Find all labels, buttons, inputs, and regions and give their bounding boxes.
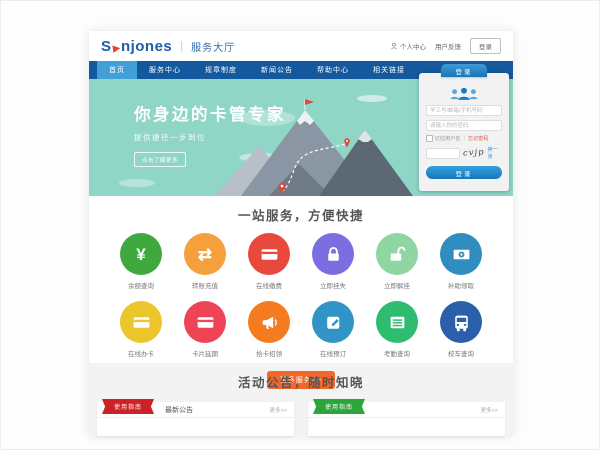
site-name: 服务大厅 bbox=[191, 39, 235, 54]
card-icon bbox=[184, 301, 226, 343]
forgot-password-link[interactable]: 忘记密码 bbox=[468, 135, 489, 142]
username-input[interactable] bbox=[426, 105, 502, 116]
service-transfer-recharge[interactable]: ⇄ 转账充值 bbox=[173, 233, 237, 290]
announcement-panels: 使用指南 最新公告 更多>> 使用指南 更多>> bbox=[89, 402, 513, 436]
captcha-input[interactable] bbox=[426, 148, 460, 159]
header-links: 个人中心 用户反馈 登录 bbox=[390, 38, 501, 54]
service-unlock[interactable]: 立即解挂 bbox=[365, 233, 429, 290]
remember-divider: | bbox=[463, 136, 464, 142]
yen-icon: ¥ bbox=[120, 233, 162, 275]
service-school-bus-inquiry[interactable]: 校车查询 bbox=[429, 301, 493, 358]
card-icon bbox=[248, 233, 290, 275]
latest-news-tab[interactable]: 最新公告 bbox=[165, 405, 193, 415]
logo-text-left: S bbox=[101, 38, 112, 55]
login-submit-button[interactable]: 登录 bbox=[426, 166, 502, 179]
remember-row: 记住用户名 | 忘记密码 bbox=[426, 135, 502, 142]
logo-arrow-icon: ▶ bbox=[112, 42, 121, 54]
cloud-shape bbox=[119, 179, 155, 187]
banknote-icon bbox=[440, 233, 482, 275]
guide-panel-right: 使用指南 更多>> bbox=[308, 402, 505, 436]
hero-banner: 你身边的卡管专家 提供捷径一步到位 点击了解更多 登录 记住用户名 | bbox=[89, 79, 513, 196]
edit-icon bbox=[312, 301, 354, 343]
service-card-extension[interactable]: 卡片延期 bbox=[173, 301, 237, 358]
right-ribbon-tab[interactable]: 使用指南 bbox=[313, 399, 365, 414]
service-report-loss[interactable]: 立即挂失 bbox=[301, 233, 365, 290]
captcha-row: cvjp 换一张 bbox=[426, 146, 502, 160]
site-header: S ▶ njones | 服务大厅 个人中心 用户反馈 登录 bbox=[89, 31, 513, 61]
logo-divider: | bbox=[180, 40, 183, 52]
unlock-icon bbox=[376, 233, 418, 275]
left-ribbon-tab[interactable]: 使用指南 bbox=[102, 399, 154, 414]
hero-subtitle: 提供捷径一步到位 bbox=[134, 132, 286, 143]
nav-item-service-center[interactable]: 服务中心 bbox=[137, 61, 193, 79]
feedback-label: 用户反馈 bbox=[435, 41, 461, 51]
nav-item-home[interactable]: 首页 bbox=[97, 61, 137, 79]
right-panel-header: 使用指南 更多>> bbox=[308, 402, 505, 418]
person-icon bbox=[390, 42, 398, 50]
logo-text-right: njones bbox=[121, 38, 172, 55]
transfer-icon: ⇄ bbox=[184, 233, 226, 275]
screenshot-canvas: S ▶ njones | 服务大厅 个人中心 用户反馈 登录 bbox=[0, 0, 600, 450]
nav-item-help-center[interactable]: 帮助中心 bbox=[305, 61, 361, 79]
left-more-link[interactable]: 更多>> bbox=[270, 406, 287, 414]
hero-title: 你身边的卡管专家 bbox=[134, 101, 286, 125]
nav-item-news[interactable]: 新闻公告 bbox=[249, 61, 305, 79]
list-icon bbox=[376, 301, 418, 343]
login-tab[interactable]: 登录 bbox=[441, 64, 487, 77]
services-grid: ¥ 余额查询 ⇄ 转账充值 在线缴费 bbox=[89, 233, 513, 369]
users-group-icon bbox=[447, 86, 481, 101]
card-icon bbox=[120, 301, 162, 343]
feedback-link[interactable]: 用户反馈 bbox=[435, 41, 461, 51]
nav-item-regulations[interactable]: 规章制度 bbox=[193, 61, 249, 79]
service-balance-inquiry[interactable]: ¥ 余额查询 bbox=[109, 233, 173, 290]
captcha-image[interactable]: cvjp bbox=[463, 147, 485, 158]
service-subsidy-collect[interactable]: 补助领取 bbox=[429, 233, 493, 290]
logo[interactable]: S ▶ njones bbox=[101, 38, 172, 55]
announcements-section: 活动公告，随时知晓 使用指南 最新公告 更多>> 使用指南 更多>> bbox=[89, 363, 513, 436]
service-lost-found[interactable]: 拾卡招领 bbox=[237, 301, 301, 358]
bus-icon bbox=[440, 301, 482, 343]
service-online-card-apply[interactable]: 在线办卡 bbox=[109, 301, 173, 358]
captcha-refresh-link[interactable]: 换一张 bbox=[488, 146, 502, 160]
service-online-booking[interactable]: 在线预订 bbox=[301, 301, 365, 358]
hero-copy: 你身边的卡管专家 提供捷径一步到位 点击了解更多 bbox=[134, 101, 286, 167]
left-panel-header: 使用指南 最新公告 更多>> bbox=[97, 402, 294, 418]
personal-center-label: 个人中心 bbox=[400, 41, 426, 51]
personal-center-link[interactable]: 个人中心 bbox=[390, 41, 426, 51]
login-panel: 登录 记住用户名 | 忘记密码 cvjp 换一张 bbox=[419, 73, 509, 191]
password-input[interactable] bbox=[426, 120, 502, 131]
announcements-title: 活动公告，随时知晓 bbox=[89, 372, 513, 391]
nav-item-related-links[interactable]: 相关链接 bbox=[361, 61, 417, 79]
right-more-link[interactable]: 更多>> bbox=[481, 406, 498, 414]
services-title: 一站服务，方便快捷 bbox=[89, 205, 513, 224]
site-page: S ▶ njones | 服务大厅 个人中心 用户反馈 登录 bbox=[89, 31, 513, 436]
lock-icon bbox=[312, 233, 354, 275]
header-login-button[interactable]: 登录 bbox=[470, 38, 501, 54]
service-attendance-inquiry[interactable]: 考勤查询 bbox=[365, 301, 429, 358]
megaphone-icon bbox=[248, 301, 290, 343]
hero-cta-button[interactable]: 点击了解更多 bbox=[134, 152, 186, 167]
guide-panel-left: 使用指南 最新公告 更多>> bbox=[97, 402, 294, 436]
services-section: 一站服务，方便快捷 ¥ 余额查询 ⇄ 转账充值 bbox=[89, 196, 513, 363]
remember-checkbox[interactable] bbox=[426, 135, 433, 142]
service-online-payment[interactable]: 在线缴费 bbox=[237, 233, 301, 290]
remember-label: 记住用户名 bbox=[435, 135, 461, 142]
